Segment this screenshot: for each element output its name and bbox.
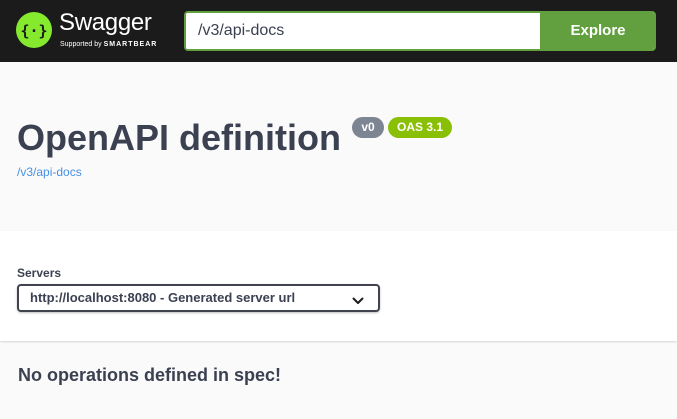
no-operations-message: No operations defined in spec! xyxy=(18,365,282,385)
url-bar: Explore xyxy=(184,11,656,51)
explore-button[interactable]: Explore xyxy=(540,13,654,49)
spec-url-link[interactable]: /v3/api-docs xyxy=(17,165,82,179)
brand-sub-prefix: Supported by xyxy=(60,41,102,48)
brand-subtitle: Supported by SMARTBEAR xyxy=(60,40,157,49)
server-select[interactable]: http://localhost:8080 - Generated server… xyxy=(17,284,380,312)
url-input[interactable] xyxy=(186,13,540,49)
swagger-logo-icon[interactable]: {·} xyxy=(16,12,52,48)
svg-text:{·}: {·} xyxy=(20,22,47,40)
server-selected-value: http://localhost:8080 - Generated server… xyxy=(30,290,296,305)
topbar: {·} Swagger Supported by SMARTBEAR Explo… xyxy=(0,0,677,62)
brand-sub-name: SMARTBEAR xyxy=(103,41,158,48)
brand-name: Swagger xyxy=(59,9,152,36)
chevron-down-icon xyxy=(352,293,364,311)
oas-badge: OAS 3.1 xyxy=(388,117,452,138)
servers-label: Servers xyxy=(17,266,62,280)
page-title: OpenAPI definition xyxy=(17,117,341,158)
version-badge: v0 xyxy=(352,117,384,138)
